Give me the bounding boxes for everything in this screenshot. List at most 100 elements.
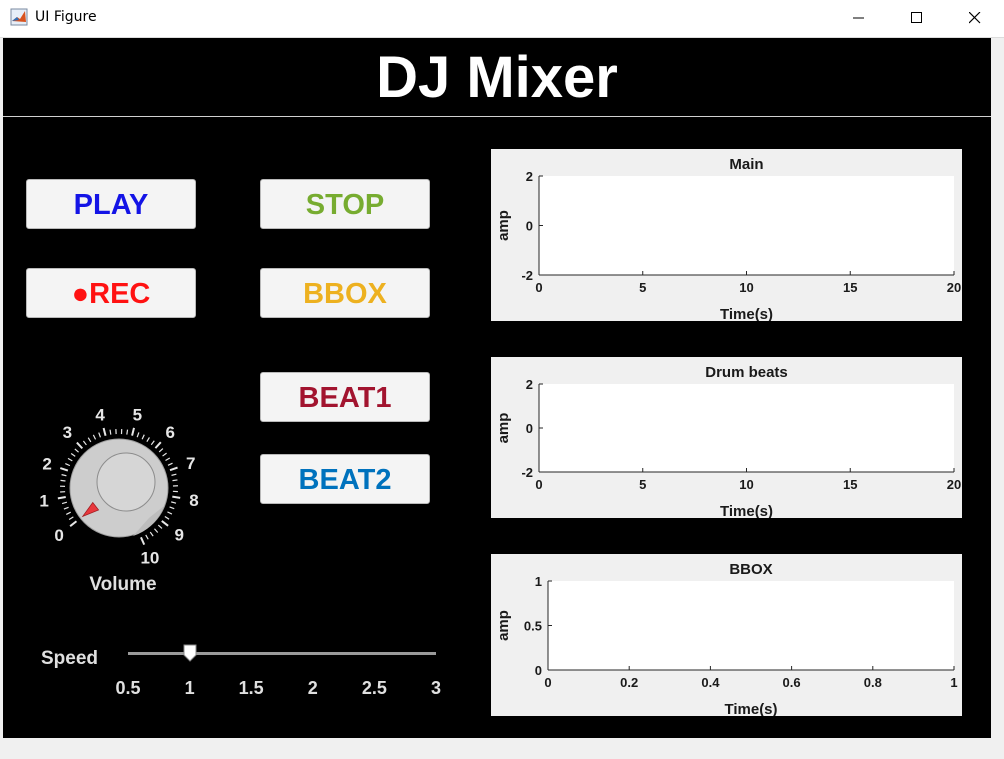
knob-major-tick [140,536,146,546]
matlab-icon [10,8,28,26]
plot-drum-beats[interactable]: 0 5 10 15 20 2 0 -2 Drum beats Time(s) amp [491,357,962,518]
y-tick-label: -2 [521,465,533,480]
x-tick-label: 0.8 [864,675,882,690]
knob-minor-tick [136,432,140,438]
knob-tick-label: 5 [133,405,142,424]
knob-tick-label: 3 [63,423,72,442]
speed-slider-thumb[interactable] [183,644,197,662]
minimize-button[interactable] [830,0,888,37]
y-axis-label: amp [495,413,512,444]
header-divider [3,116,991,117]
plot-bbox[interactable]: 0 0.2 0.4 0.6 0.8 1 1 0.5 0 BBOX Time(s) amp [491,554,962,716]
close-button[interactable] [946,0,1004,37]
rec-button[interactable]: ●REC [26,268,196,318]
x-axis-label: Time(s) [720,503,773,518]
knob-minor-tick [141,434,145,440]
x-tick-label: 20 [947,280,961,295]
figure-canvas: DJ Mixer PLAY STOP ●REC BBOX BEAT1 BEAT2… [3,38,991,738]
knob-tick-label: 0 [54,526,63,545]
knob-major-tick [169,466,178,472]
knob-tick-label: 8 [189,491,198,510]
y-tick-label: 0 [526,421,533,436]
plot-area [548,581,954,670]
y-axis-label: amp [495,210,512,241]
y-axis-label: amp [495,610,512,641]
window-titlebar: UI Figure [0,0,1004,38]
plot-title: BBOX [729,561,772,578]
knob-minor-tick [126,429,129,435]
knob-minor-tick [167,462,173,466]
y-tick-label: -2 [521,268,533,283]
close-icon [969,12,981,24]
knob-tick-label: 7 [186,454,195,473]
knob-minor-tick [165,457,171,462]
minimize-icon [853,17,864,19]
knob-minor-tick [146,437,150,443]
x-axis-label: Time(s) [720,306,773,321]
maximize-button[interactable] [888,0,946,37]
knob-major-tick [172,495,181,499]
beat2-button[interactable]: BEAT2 [260,454,430,504]
stop-button[interactable]: STOP [260,179,430,229]
x-tick-label: 1 [950,675,957,690]
knob-tick-label: 9 [174,525,183,544]
y-tick-label: 0 [526,219,533,234]
knob-minor-tick [74,448,79,453]
volume-label: Volume [89,574,157,595]
knob-minor-tick [109,429,112,435]
knob-major-tick [69,520,78,527]
plot-main[interactable]: 0 5 10 15 20 2 0 -2 Main Time(s) amp [491,149,962,321]
speed-slider-tick-label: 1.5 [238,678,264,698]
x-tick-label: 0 [535,477,542,492]
volume-knob[interactable]: 01234 5678910 [33,388,213,568]
x-tick-label: 10 [739,280,753,295]
knob-minor-tick [65,463,71,467]
y-tick-label: 1 [535,574,542,589]
page-title: DJ Mixer [376,45,618,110]
knob-minor-tick [162,452,167,457]
knob-tick-label: 1 [39,492,48,511]
knob-minor-tick [60,479,66,482]
knob-major-tick [76,441,84,450]
play-button[interactable]: PLAY [26,179,196,229]
x-tick-label: 5 [639,477,646,492]
bbox-button[interactable]: BBOX [260,268,430,318]
x-tick-label: 0.6 [783,675,801,690]
y-tick-label: 2 [526,169,533,184]
knob-minor-tick [150,440,155,446]
knob-tick-label: 2 [42,455,51,474]
knob-minor-tick [158,448,164,453]
knob-tick-label: 10 [140,548,159,567]
knob-minor-tick [169,506,175,510]
knob-major-tick [154,441,162,449]
knob-minor-tick [61,474,67,477]
knob-minor-tick [63,506,69,510]
knob-minor-tick [164,516,170,520]
knob-minor-tick [149,531,154,537]
beat1-button[interactable]: BEAT1 [260,372,430,422]
y-tick-label: 0.5 [524,619,542,634]
x-tick-label: 10 [739,477,753,492]
knob-minor-tick [87,437,92,443]
knob-minor-tick [68,516,74,521]
knob-major-tick [161,520,169,527]
plot-area [539,384,954,472]
x-tick-label: 5 [639,280,646,295]
knob-minor-tick [67,457,73,462]
speed-slider-tick-label: 3 [430,678,441,698]
knob-minor-tick [154,528,159,533]
x-tick-label: 0.2 [620,675,638,690]
x-axis-label: Time(s) [724,701,777,716]
x-tick-label: 0 [544,675,551,690]
y-tick-label: 0 [535,663,542,678]
knob-minor-tick [167,511,173,515]
x-tick-label: 0 [535,280,542,295]
x-tick-label: 15 [843,280,857,295]
knob-major-tick [102,427,107,436]
speed-slider-tick-label: 2 [307,678,318,698]
knob-tick-label: 4 [95,405,105,424]
knob-minor-tick [70,452,76,457]
plot-title: Main [729,156,763,173]
speed-slider-track[interactable] [128,652,436,655]
speed-label: Speed [41,648,99,669]
